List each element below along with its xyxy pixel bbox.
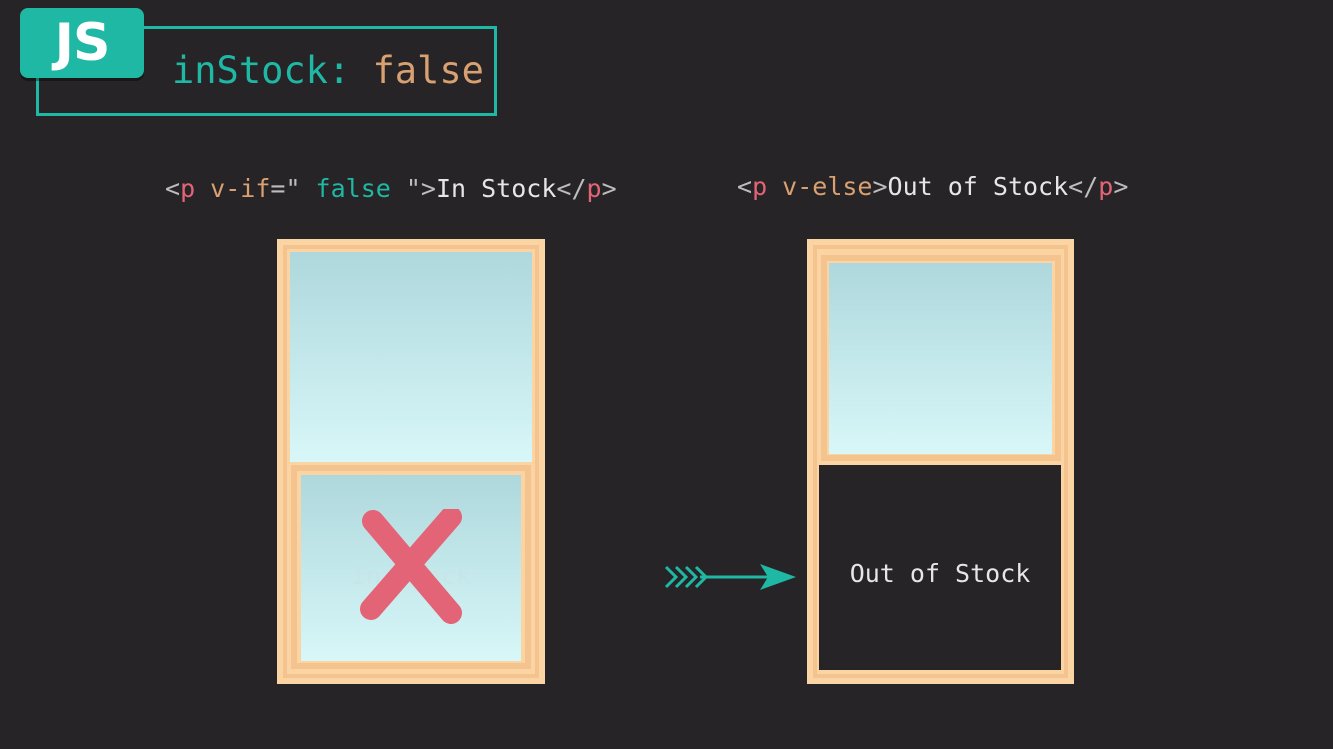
code-text: Out of Stock: [887, 172, 1069, 201]
code-attr: v-else: [767, 172, 873, 201]
state-value: false: [372, 49, 484, 92]
code-punc: >: [872, 172, 888, 201]
right-window: Out of Stock: [807, 239, 1074, 684]
out-of-stock-text: Out of Stock: [849, 559, 1031, 588]
upper-glass-pane: [290, 252, 532, 462]
left-window: In Stock: [277, 239, 545, 684]
code-expression: false: [300, 174, 406, 203]
code-punc: </: [1068, 172, 1099, 201]
code-text: In Stock: [435, 174, 557, 203]
cross-mark-icon: [360, 509, 462, 624]
code-tag: p: [1098, 172, 1114, 201]
js-badge: JS: [20, 8, 144, 78]
code-punc: <: [737, 172, 753, 201]
code-punc: =": [270, 174, 301, 203]
state-line: inStock: false: [172, 46, 484, 96]
state-colon: :: [327, 49, 351, 92]
state-key: inStock: [172, 49, 328, 92]
code-v-else: <p v-else>Out of Stock</p>: [737, 171, 1128, 203]
upper-glass-pane: [829, 263, 1052, 454]
code-punc: >: [1113, 172, 1129, 201]
code-v-if: <p v-if=" false ">In Stock</p>: [165, 173, 617, 205]
code-punc: </: [556, 174, 587, 203]
code-tag: p: [586, 174, 602, 203]
code-punc: <: [165, 174, 181, 203]
arrow-right-icon: [664, 564, 796, 590]
code-punc: ">: [405, 174, 436, 203]
code-tag: p: [752, 172, 768, 201]
code-tag: p: [180, 174, 196, 203]
code-attr: v-if: [195, 174, 271, 203]
code-punc: >: [601, 174, 617, 203]
